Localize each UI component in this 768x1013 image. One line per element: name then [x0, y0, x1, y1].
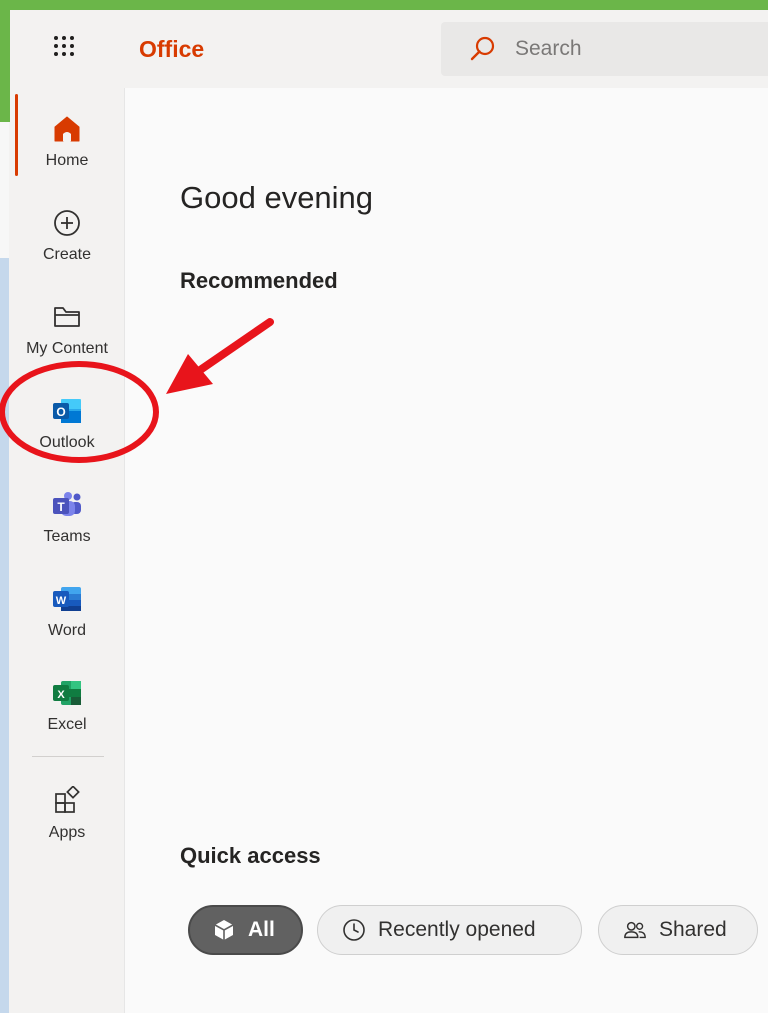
- rail-label-outlook: Outlook: [39, 434, 95, 451]
- folder-icon: [54, 307, 80, 327]
- rail-label-apps: Apps: [48, 824, 86, 841]
- rail-item-excel[interactable]: X Excel: [10, 666, 124, 756]
- rail-label-word: Word: [48, 622, 86, 639]
- recommended-heading: Recommended: [180, 268, 338, 293]
- office-brand-link[interactable]: Office: [139, 36, 204, 63]
- search-box[interactable]: Search: [441, 22, 768, 76]
- word-icon-letter: W: [56, 595, 67, 607]
- rail-label-home: Home: [45, 152, 89, 169]
- rail-item-teams[interactable]: T Teams: [10, 478, 124, 568]
- left-nav-rail: Home Create My Content O Outlook T Teams…: [10, 88, 124, 1013]
- clock-icon: [343, 919, 365, 941]
- filter-all-button[interactable]: All: [188, 905, 303, 955]
- plus-circle-icon: [54, 210, 80, 236]
- rail-item-create[interactable]: Create: [10, 196, 124, 286]
- people-icon: [624, 921, 646, 939]
- rail-label-create: Create: [42, 246, 92, 263]
- home-icon: [54, 116, 80, 142]
- office-home-screen: Office Search Home Create My Content O O…: [0, 0, 768, 1013]
- filter-shared-label: Shared: [659, 918, 727, 941]
- word-icon: W: [53, 587, 81, 611]
- teams-icon: T: [53, 492, 81, 516]
- rail-item-word[interactable]: W Word: [10, 572, 124, 662]
- outlook-icon-letter: O: [56, 405, 65, 419]
- cube-icon: [214, 920, 234, 940]
- filter-shared-button[interactable]: Shared: [598, 905, 758, 955]
- frame-left-blue: [0, 258, 9, 1013]
- filter-all-label: All: [248, 918, 275, 941]
- frame-left: [0, 0, 10, 122]
- rail-divider: [32, 756, 104, 757]
- quick-access-heading: Quick access: [180, 843, 321, 868]
- apps-icon: [55, 786, 80, 813]
- search-placeholder: Search: [515, 37, 582, 60]
- app-launcher-icon[interactable]: [54, 36, 80, 62]
- rail-label-teams: Teams: [43, 528, 91, 545]
- filter-recently-opened-button[interactable]: Recently opened: [317, 905, 582, 955]
- rail-item-outlook[interactable]: O Outlook: [10, 384, 124, 474]
- rail-label-excel: Excel: [47, 716, 87, 733]
- filter-recently-opened-label: Recently opened: [378, 918, 536, 941]
- outlook-icon: O: [53, 399, 81, 423]
- main-content: Good evening Recommended Quick access Al…: [124, 88, 768, 1013]
- excel-icon: X: [53, 681, 81, 705]
- search-icon: [470, 36, 495, 61]
- frame-top: [0, 0, 768, 10]
- teams-icon-letter: T: [57, 500, 65, 514]
- greeting-heading: Good evening: [180, 180, 374, 215]
- rail-item-apps[interactable]: Apps: [10, 774, 124, 864]
- rail-item-my-content[interactable]: My Content: [10, 290, 124, 380]
- excel-icon-letter: X: [57, 689, 65, 701]
- rail-label-my-content: My Content: [26, 340, 108, 357]
- rail-item-home[interactable]: Home: [10, 102, 124, 192]
- frame-left-light: [0, 122, 9, 258]
